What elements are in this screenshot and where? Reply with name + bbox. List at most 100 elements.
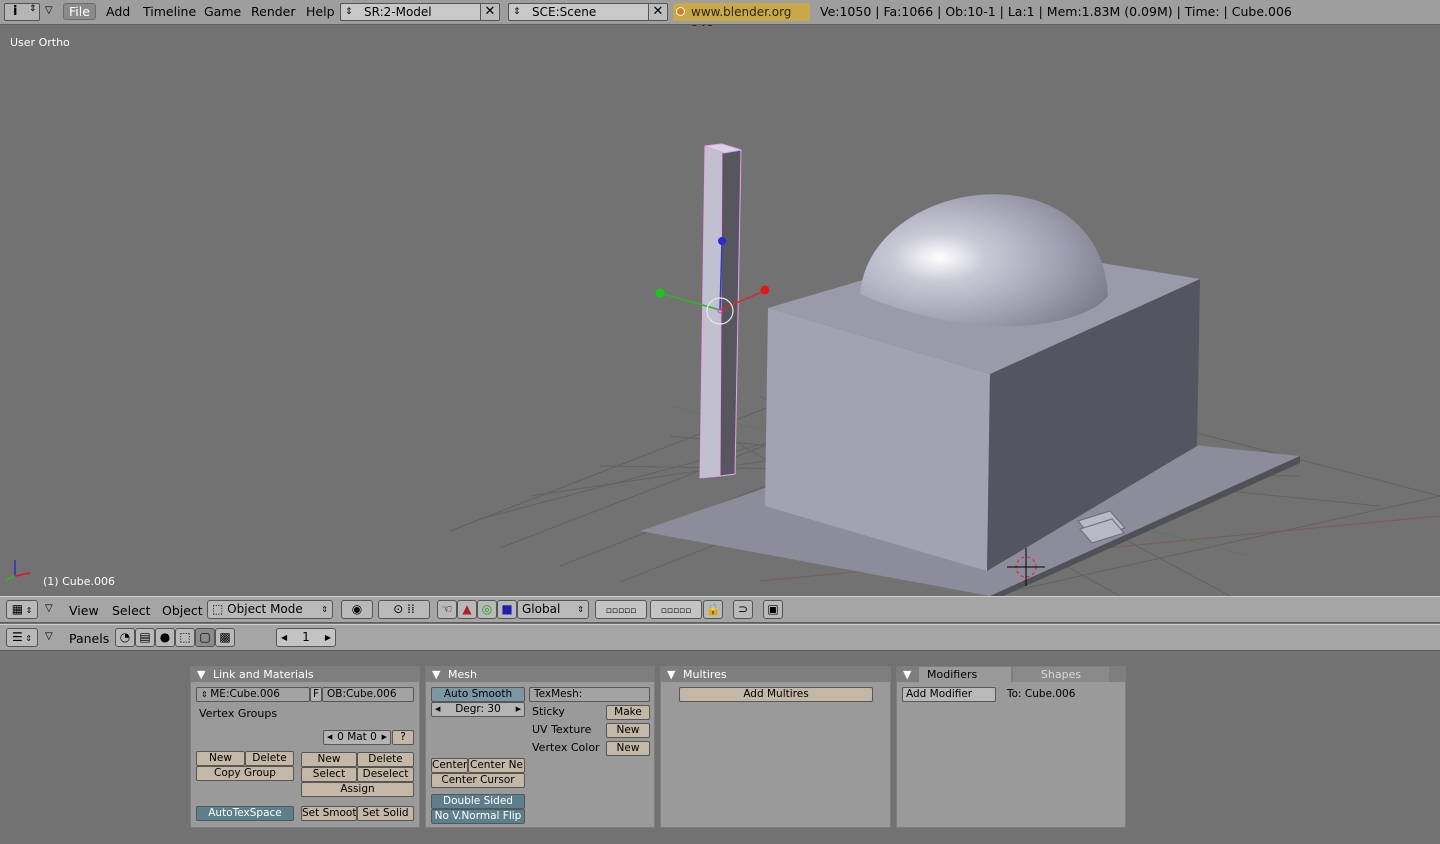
smooth-degree-field[interactable]: ◀ Degr: 30 ▶ (431, 702, 525, 717)
layer-buttons-1[interactable]: ▫▫▫▫▫ (595, 600, 647, 619)
material-select-button[interactable]: Select (301, 767, 357, 782)
panel-link-materials: ▼ Link and Materials ⇕ ME:Cube.006 F OB:C… (190, 666, 420, 828)
material-delete-button[interactable]: Delete (357, 752, 414, 767)
menu-timeline[interactable]: Timeline (143, 4, 196, 19)
auto-smooth-toggle[interactable]: Auto Smooth (431, 687, 525, 702)
menu-add[interactable]: Add (106, 4, 130, 19)
collapse-triangle-icon[interactable]: ▼ (432, 667, 440, 682)
orientation-label[interactable]: Global (522, 602, 560, 616)
context-object-tab[interactable]: ⬚ (175, 628, 195, 647)
vertex-color-new-button[interactable]: New (606, 741, 650, 756)
object-name-field[interactable]: OB:Cube.006 (322, 687, 414, 702)
vertex-group-delete-button[interactable]: Delete (245, 751, 294, 766)
pivot-selector[interactable]: ⊙ ⁞⁞ (378, 600, 430, 619)
mesh-datablock-field[interactable]: ⇕ ME:Cube.006 (196, 687, 310, 702)
menu-game[interactable]: Game (204, 4, 241, 19)
context-scene-tab[interactable]: ▩ (215, 628, 235, 647)
center-button[interactable]: Center (431, 758, 468, 773)
render-button[interactable]: ▣ (763, 600, 783, 619)
updown-icon: ⇕ (345, 7, 353, 17)
no-vnormal-flip-toggle[interactable]: No V.Normal Flip (431, 809, 525, 824)
set-smooth-button[interactable]: Set Smoot (301, 806, 357, 821)
uv-texture-new-button[interactable]: New (606, 723, 650, 738)
center-cursor-button[interactable]: Center Cursor (431, 773, 525, 788)
editor-type-button[interactable]: ☰ ⇕ (6, 628, 38, 647)
screen-selector[interactable]: ⇕ SR:2-Model ✕ (340, 3, 500, 21)
menu-file[interactable]: File (63, 3, 96, 20)
collapse-triangle-icon[interactable]: ▼ (667, 667, 675, 682)
mode-label[interactable]: Object Mode (227, 602, 303, 616)
object-mode-icon: ⬚ (212, 602, 224, 616)
vertex-group-new-button[interactable]: New (196, 751, 245, 766)
texmesh-field[interactable]: TexMesh: (529, 687, 650, 702)
view-label: User Ortho (10, 36, 70, 49)
scene-name[interactable]: SCE:Scene (532, 4, 596, 20)
close-icon[interactable]: ✕ (648, 4, 667, 20)
dome (860, 194, 1108, 327)
editor-type-button[interactable]: i ⇕ (4, 3, 40, 21)
arrow-right-icon[interactable]: ▶ (382, 731, 387, 744)
collapse-triangle-icon[interactable]: ▼ (903, 667, 911, 682)
translate-toggle[interactable]: ▲ (457, 600, 477, 619)
arrow-left-icon[interactable]: ◀ (281, 629, 287, 646)
arrow-left-icon[interactable]: ◀ (435, 703, 440, 716)
tab-modifiers[interactable]: Modifiers (919, 667, 1011, 682)
3d-view-header: ▦ ⇕ ▽ View Select Object ⬚ Object Mode ⇕… (0, 596, 1440, 623)
arrow-right-icon[interactable]: ▶ (325, 629, 331, 646)
menu-render[interactable]: Render (251, 4, 296, 19)
draw-type-selector[interactable]: ◉ (341, 600, 373, 619)
panel-header[interactable]: ▼ Link and Materials (191, 667, 419, 682)
copy-group-button[interactable]: Copy Group (196, 766, 294, 781)
menu-view[interactable]: View (69, 603, 99, 618)
lock-layers-button[interactable]: 🔒 (703, 600, 723, 619)
collapse-menu-icon[interactable]: ▽ (45, 603, 53, 614)
panel-header[interactable]: ▼ Mesh (426, 667, 654, 682)
tab-shapes[interactable]: Shapes (1013, 667, 1109, 682)
menu-select[interactable]: Select (112, 603, 151, 618)
panel-header[interactable]: ▼ Multires (661, 667, 890, 682)
frame-number-field[interactable]: ◀ 1 ▶ (276, 628, 336, 647)
close-icon[interactable]: ✕ (480, 4, 499, 20)
rotate-toggle[interactable]: ◎ (477, 600, 497, 619)
lock-icon: 🔒 (705, 602, 721, 616)
screen-name[interactable]: SR:2-Model (364, 4, 432, 20)
scene-selector[interactable]: ⇕ SCE:Scene ✕ (508, 3, 668, 21)
fake-user-button[interactable]: F (310, 687, 322, 702)
logic-icon: ◔ (119, 630, 131, 644)
double-sided-toggle[interactable]: Double Sided (431, 794, 525, 809)
context-editing-tab[interactable]: ▢ (195, 628, 215, 647)
collapse-triangle-icon[interactable]: ▼ (197, 667, 205, 682)
layers-grid-icon: ▫▫▫▫▫ (660, 606, 692, 616)
panels-menu[interactable]: Panels (69, 631, 109, 646)
context-shading-tab[interactable]: ● (155, 628, 175, 647)
material-index-field[interactable]: ◀ 0 Mat 0 ▶ (323, 730, 391, 745)
layer-buttons-2[interactable]: ▫▫▫▫▫ (650, 600, 702, 619)
arrow-left-icon[interactable]: ◀ (327, 731, 332, 744)
menu-help[interactable]: Help (306, 4, 335, 19)
menu-object[interactable]: Object (162, 603, 203, 618)
add-multires-button[interactable]: Add Multires (679, 687, 873, 702)
sticky-make-button[interactable]: Make (606, 705, 650, 720)
snap-button[interactable]: ⊃ (733, 600, 753, 619)
context-logic-tab[interactable]: ◔ (115, 628, 135, 647)
collapse-menu-icon[interactable]: ▽ (45, 5, 53, 16)
frame-value[interactable]: 1 (302, 630, 310, 644)
manipulator-toggle[interactable]: ☜ (437, 600, 457, 619)
set-solid-button[interactable]: Set Solid (357, 806, 414, 821)
collapse-menu-icon[interactable]: ▽ (45, 631, 53, 642)
arrow-right-icon[interactable]: ▶ (516, 703, 521, 716)
material-help-button[interactable]: ? (392, 730, 414, 745)
editor-type-button[interactable]: ▦ ⇕ (6, 600, 38, 619)
material-assign-button[interactable]: Assign (301, 782, 414, 797)
context-script-tab[interactable]: ▤ (135, 628, 155, 647)
3d-viewport[interactable]: User Ortho (1) Cube.006 (0, 26, 1440, 596)
mode-selector[interactable]: ⬚ Object Mode ⇕ (207, 600, 333, 619)
autotexspace-toggle[interactable]: AutoTexSpace (196, 806, 294, 821)
material-deselect-button[interactable]: Deselect (357, 767, 414, 782)
scale-toggle[interactable]: ■ (497, 600, 517, 619)
add-modifier-button[interactable]: Add Modifier (902, 687, 996, 702)
material-new-button[interactable]: New (301, 752, 357, 767)
center-new-button[interactable]: Center Ne (468, 758, 525, 773)
orientation-selector[interactable]: Global ⇕ (517, 600, 589, 619)
blender-url[interactable]: www.blender.org 248 (673, 3, 810, 37)
